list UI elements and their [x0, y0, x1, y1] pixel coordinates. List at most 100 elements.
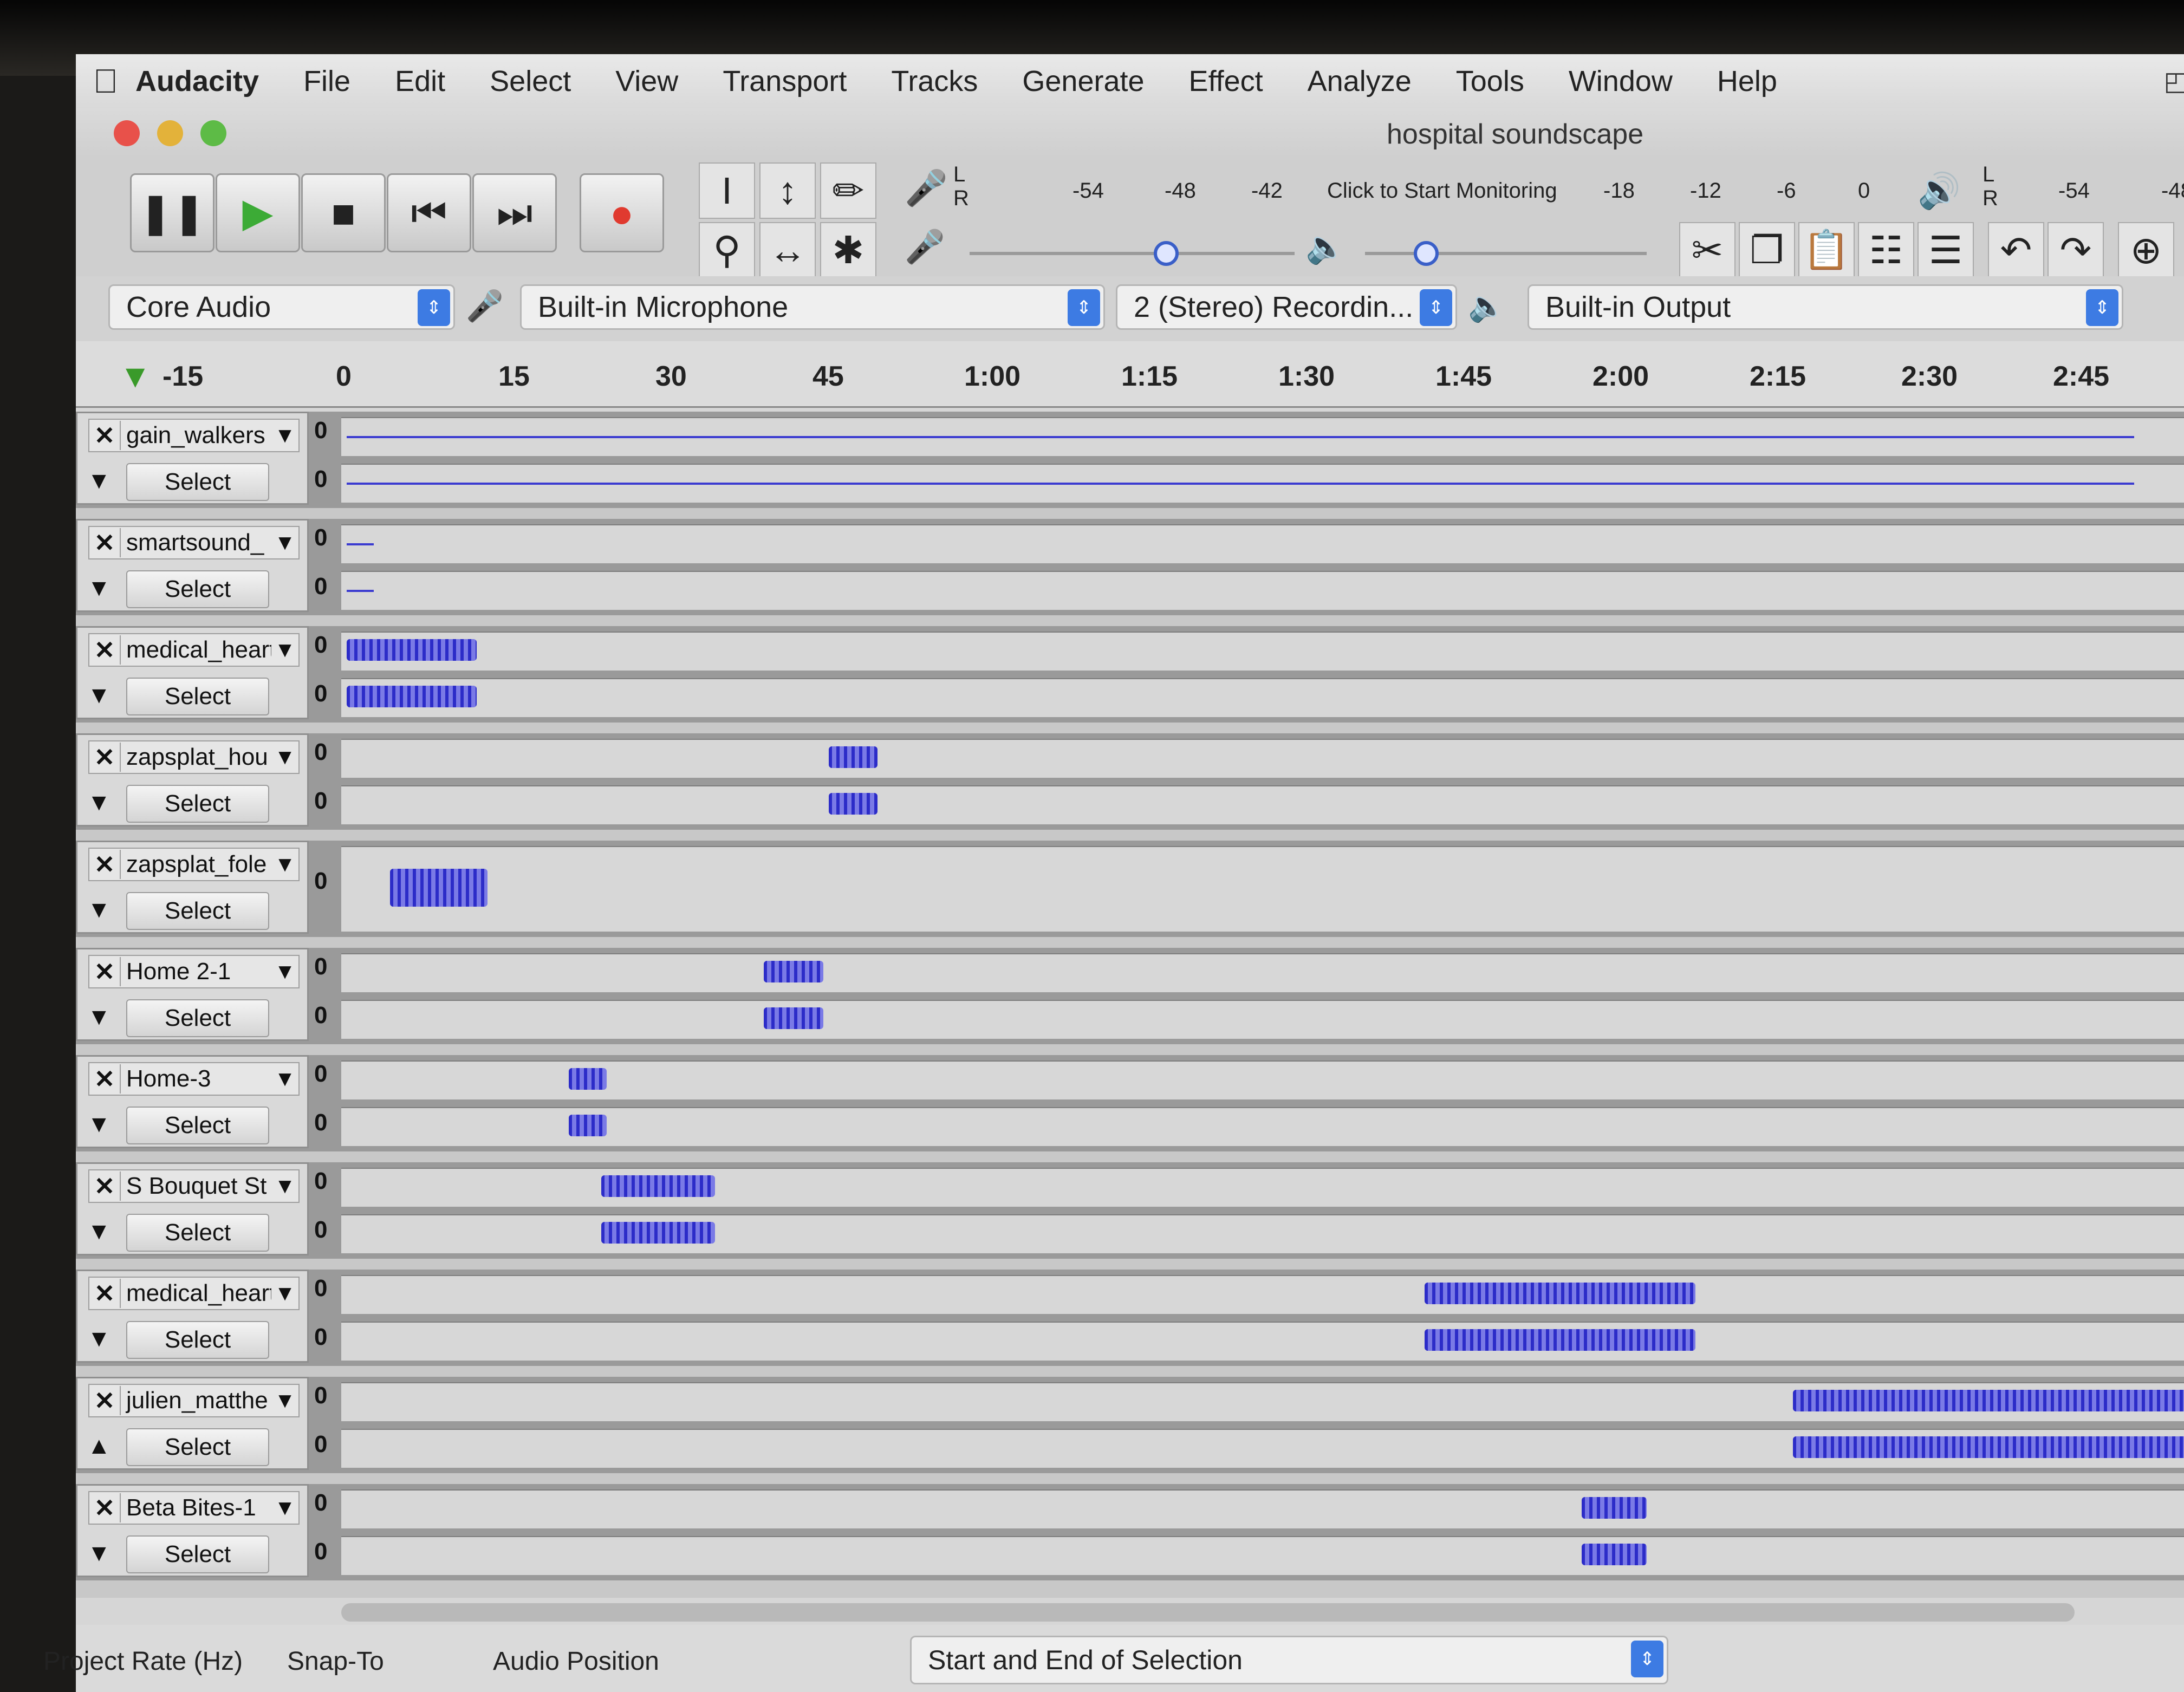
track-menu-arrow-icon[interactable]: ▼ [271, 1281, 298, 1306]
waveform-channel-right[interactable] [341, 464, 2184, 503]
record-meter-mic-icon[interactable]: 🎤 [905, 168, 948, 209]
track-select-button[interactable]: Select [126, 785, 269, 823]
waveform-channel-right[interactable] [341, 1322, 2184, 1361]
recording-volume-slider[interactable] [970, 252, 1295, 255]
waveform-clip[interactable] [829, 793, 877, 815]
apple-menu-icon[interactable]:  [76, 62, 135, 101]
minimize-window-button[interactable] [157, 120, 183, 146]
track-select-button[interactable]: Select [126, 1214, 269, 1252]
waveform-clip[interactable] [601, 1222, 715, 1244]
menu-tools[interactable]: Tools [1456, 64, 1524, 98]
track-select-button[interactable]: Select [126, 1428, 269, 1466]
skip-to-start-button[interactable]: ⏮ [387, 173, 471, 252]
zoom-tool-icon[interactable]: ⚲ [699, 222, 755, 278]
playback-meter-speaker-icon[interactable]: 🔊 [1917, 171, 1961, 211]
playback-volume-knob[interactable] [1414, 241, 1439, 266]
recording-volume-knob[interactable] [1154, 241, 1179, 266]
waveform-clip[interactable] [764, 1007, 823, 1029]
play-head-arrow-icon[interactable]: ▼ [119, 357, 151, 395]
close-track-icon[interactable]: ✕ [89, 1279, 121, 1308]
draw-tool-icon[interactable]: ✏ [820, 162, 876, 219]
menu-view[interactable]: View [615, 64, 678, 98]
waveform-clip[interactable] [829, 746, 877, 768]
menu-window[interactable]: Window [1569, 64, 1673, 98]
waveform-channel-left[interactable] [341, 1060, 2184, 1099]
selection-tool-icon[interactable]: I [699, 162, 755, 219]
collapse-track-icon[interactable]: ▼ [87, 789, 111, 816]
waveform-clip[interactable] [347, 686, 477, 707]
track-menu-arrow-icon[interactable]: ▼ [271, 745, 298, 770]
waveform-clip[interactable] [764, 961, 823, 982]
close-track-icon[interactable]: ✕ [89, 1493, 121, 1522]
track-name-button[interactable]: ✕ S Bouquet St ▼ [88, 1169, 300, 1203]
track-name-button[interactable]: ✕ Home 2-1 ▼ [88, 955, 300, 988]
play-button[interactable]: ▶ [216, 173, 300, 252]
screen-mirror-icon[interactable]: ◰ [2164, 66, 2184, 96]
waveform-mono-channel[interactable] [341, 846, 2184, 932]
playback-volume-slider[interactable] [1365, 252, 1647, 255]
collapse-track-icon[interactable]: ▼ [87, 575, 111, 602]
waveform-channel-right[interactable] [341, 1000, 2184, 1039]
waveform-clip[interactable] [347, 483, 2134, 485]
track-select-button[interactable]: Select [126, 999, 269, 1037]
waveform-channel-right[interactable] [341, 1214, 2184, 1253]
track-name-button[interactable]: ✕ julien_matthe ▼ [88, 1384, 300, 1417]
menu-file[interactable]: File [303, 64, 350, 98]
silence-audio-icon[interactable]: ☰ [1917, 222, 1974, 278]
copy-icon[interactable]: ❐ [1739, 222, 1795, 278]
waveform-channel-left[interactable] [341, 1168, 2184, 1207]
track-menu-arrow-icon[interactable]: ▼ [271, 960, 298, 984]
track-select-button[interactable]: Select [126, 463, 269, 501]
waveform-clip[interactable] [601, 1175, 715, 1197]
waveform-channel-right[interactable] [341, 785, 2184, 824]
menu-generate[interactable]: Generate [1022, 64, 1144, 98]
waveform-channel-right[interactable] [341, 1536, 2184, 1575]
waveform-clip[interactable] [569, 1115, 607, 1136]
close-track-icon[interactable]: ✕ [89, 528, 121, 557]
redo-icon[interactable]: ↷ [2047, 222, 2104, 278]
close-track-icon[interactable]: ✕ [89, 957, 121, 986]
playback-device-dropdown[interactable]: Built-in Output ⇕ [1528, 284, 2123, 330]
track-name-button[interactable]: ✕ Home-3 ▼ [88, 1062, 300, 1096]
undo-icon[interactable]: ↶ [1988, 222, 2044, 278]
menu-help[interactable]: Help [1717, 64, 1777, 98]
zoom-in-icon[interactable]: ⊕ [2118, 222, 2174, 278]
waveform-channel-left[interactable] [341, 632, 2184, 671]
record-button[interactable]: ● [580, 173, 664, 252]
close-track-icon[interactable]: ✕ [89, 635, 121, 665]
menu-analyze[interactable]: Analyze [1308, 64, 1412, 98]
track-menu-arrow-icon[interactable]: ▼ [271, 638, 298, 662]
waveform-clip[interactable] [347, 436, 2134, 438]
track-name-button[interactable]: ✕ medical_heart ▼ [88, 1277, 300, 1310]
collapse-track-icon[interactable]: ▼ [87, 467, 111, 494]
track-name-button[interactable]: ✕ zapsplat_hou ▼ [88, 740, 300, 774]
track-name-button[interactable]: ✕ gain_walkers ▼ [88, 419, 300, 452]
close-track-icon[interactable]: ✕ [89, 743, 121, 772]
waveform-clip[interactable] [569, 1068, 607, 1090]
menu-tracks[interactable]: Tracks [891, 64, 978, 98]
recording-channels-dropdown[interactable]: 2 (Stereo) Recordin... ⇕ [1116, 284, 1457, 330]
multi-tool-icon[interactable]: ✱ [820, 222, 876, 278]
track-menu-arrow-icon[interactable]: ▼ [271, 1174, 298, 1199]
menu-edit[interactable]: Edit [395, 64, 445, 98]
track-menu-arrow-icon[interactable]: ▼ [271, 1067, 298, 1091]
waveform-clip[interactable] [1582, 1497, 1647, 1519]
track-name-button[interactable]: ✕ medical_heart ▼ [88, 633, 300, 667]
track-name-button[interactable]: ✕ zapsplat_fole ▼ [88, 848, 300, 881]
track-menu-arrow-icon[interactable]: ▼ [271, 852, 298, 877]
waveform-channel-left[interactable] [341, 1382, 2184, 1421]
audio-host-dropdown[interactable]: Core Audio ⇕ [108, 284, 455, 330]
close-window-button[interactable] [114, 120, 140, 146]
close-track-icon[interactable]: ✕ [89, 421, 121, 450]
waveform-channel-left[interactable] [341, 953, 2184, 992]
track-name-button[interactable]: ✕ smartsound_ ▼ [88, 526, 300, 559]
waveform-channel-right[interactable] [341, 571, 2184, 610]
waveform-channel-right[interactable] [341, 678, 2184, 717]
start-monitoring-label[interactable]: Click to Start Monitoring [1327, 179, 1557, 203]
pause-button[interactable]: ❚❚ [130, 173, 214, 252]
waveform-clip[interactable] [390, 869, 487, 907]
waveform-channel-left[interactable] [341, 417, 2184, 456]
track-select-button[interactable]: Select [126, 570, 269, 608]
waveform-clip[interactable] [1425, 1329, 1695, 1351]
collapse-track-icon[interactable]: ▼ [87, 1218, 111, 1245]
